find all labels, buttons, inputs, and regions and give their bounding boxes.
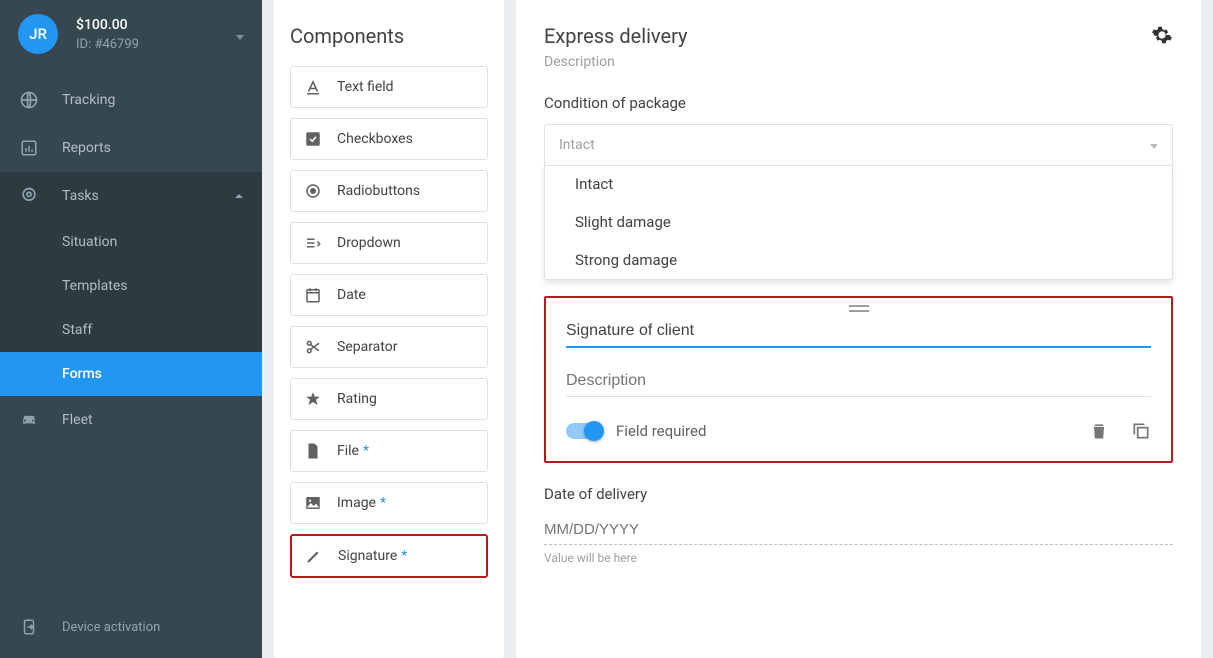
nav-label: Reports: [62, 140, 111, 156]
nav-label: Tracking: [62, 92, 115, 108]
device-icon: [18, 616, 40, 638]
user-id: ID: #46799: [76, 37, 139, 52]
condition-options: Intact Slight damage Strong damage: [544, 165, 1173, 280]
components-title: Components: [290, 24, 488, 48]
comp-label: Rating: [337, 391, 377, 407]
user-balance: $100.00: [76, 17, 139, 33]
components-panel: Components Text field Checkboxes Radiobu…: [274, 0, 504, 658]
component-date[interactable]: Date: [290, 274, 488, 316]
nav-staff[interactable]: Staff: [0, 308, 262, 352]
sidebar: JR $100.00 ID: #46799 Tracking Reports T…: [0, 0, 262, 658]
component-file[interactable]: File *: [290, 430, 488, 472]
chevron-down-icon: [1150, 137, 1158, 153]
chevron-up-icon: [234, 191, 244, 201]
date-field: Date of delivery Value will be here: [544, 485, 1173, 565]
footer-label: Device activation: [62, 620, 160, 635]
sub-nav: Situation Templates Staff Forms: [0, 220, 262, 396]
nav-label: Fleet: [62, 412, 93, 428]
component-checkboxes[interactable]: Checkboxes: [290, 118, 488, 160]
signature-field-editor: Field required: [544, 296, 1173, 463]
required-star: *: [380, 495, 386, 511]
drag-handle-icon[interactable]: [849, 304, 869, 314]
nav-reports[interactable]: Reports: [0, 124, 262, 172]
date-input[interactable]: [544, 515, 1173, 545]
condition-dropdown[interactable]: Intact: [544, 124, 1173, 166]
component-separator[interactable]: Separator: [290, 326, 488, 368]
component-signature[interactable]: Signature *: [290, 534, 488, 578]
checkbox-icon: [303, 129, 323, 149]
calendar-icon: [303, 285, 323, 305]
file-icon: [303, 441, 323, 461]
condition-field: Condition of package Intact Intact Sligh…: [544, 94, 1173, 280]
component-dropdown[interactable]: Dropdown: [290, 222, 488, 264]
text-icon: [303, 77, 323, 97]
form-description: Description: [544, 54, 688, 70]
pin-icon: [18, 185, 40, 207]
image-icon: [303, 493, 323, 513]
user-info: $100.00 ID: #46799: [76, 17, 139, 52]
radio-icon: [303, 181, 323, 201]
component-rating[interactable]: Rating: [290, 378, 488, 420]
nav-tasks[interactable]: Tasks: [0, 172, 262, 220]
dropdown-icon: [303, 233, 323, 253]
dropdown-value: Intact: [559, 137, 595, 153]
comp-label: Checkboxes: [337, 131, 413, 147]
nav-situation[interactable]: Situation: [0, 220, 262, 264]
device-activation[interactable]: Device activation: [0, 602, 262, 652]
nav: Tracking Reports Tasks Situation Templat…: [0, 76, 262, 602]
comp-label: Dropdown: [337, 235, 401, 251]
settings-button[interactable]: [1151, 24, 1173, 46]
car-icon: [18, 409, 40, 431]
required-star: *: [363, 443, 369, 459]
globe-icon: [18, 89, 40, 111]
chart-icon: [18, 137, 40, 159]
date-label: Date of delivery: [544, 485, 1173, 503]
cut-icon: [303, 337, 323, 357]
date-hint: Value will be here: [544, 551, 1173, 565]
component-text-field[interactable]: Text field: [290, 66, 488, 108]
form-title: Express delivery: [544, 24, 688, 48]
comp-label: Radiobuttons: [337, 183, 420, 199]
option-slight[interactable]: Slight damage: [545, 203, 1172, 241]
component-image[interactable]: Image *: [290, 482, 488, 524]
delete-button[interactable]: [1089, 421, 1109, 441]
nav-forms[interactable]: Forms: [0, 352, 262, 396]
comp-label: Image: [337, 495, 376, 511]
field-description-input[interactable]: [566, 366, 1151, 397]
option-strong[interactable]: Strong damage: [545, 241, 1172, 279]
chevron-down-icon: [236, 25, 244, 44]
required-star: *: [401, 548, 407, 564]
comp-label: Date: [337, 287, 366, 303]
pencil-icon: [304, 546, 324, 566]
comp-label: Text field: [337, 79, 394, 95]
nav-label: Tasks: [62, 188, 99, 204]
avatar: JR: [18, 14, 58, 54]
comp-label: File: [337, 443, 359, 459]
condition-label: Condition of package: [544, 94, 1173, 112]
nav-tracking[interactable]: Tracking: [0, 76, 262, 124]
editor-panel: Express delivery Description Condition o…: [516, 0, 1201, 658]
required-label: Field required: [616, 422, 706, 440]
nav-templates[interactable]: Templates: [0, 264, 262, 308]
required-toggle[interactable]: [566, 423, 602, 439]
field-name-input[interactable]: [566, 316, 1151, 348]
comp-label: Separator: [337, 339, 397, 355]
editor-header: Express delivery Description: [544, 24, 1173, 70]
nav-fleet[interactable]: Fleet: [0, 396, 262, 444]
duplicate-button[interactable]: [1131, 421, 1151, 441]
star-icon: [303, 389, 323, 409]
field-controls: Field required: [566, 421, 1151, 441]
option-intact[interactable]: Intact: [545, 165, 1172, 203]
user-block[interactable]: JR $100.00 ID: #46799: [0, 0, 262, 68]
component-radiobuttons[interactable]: Radiobuttons: [290, 170, 488, 212]
comp-label: Signature: [338, 548, 397, 564]
